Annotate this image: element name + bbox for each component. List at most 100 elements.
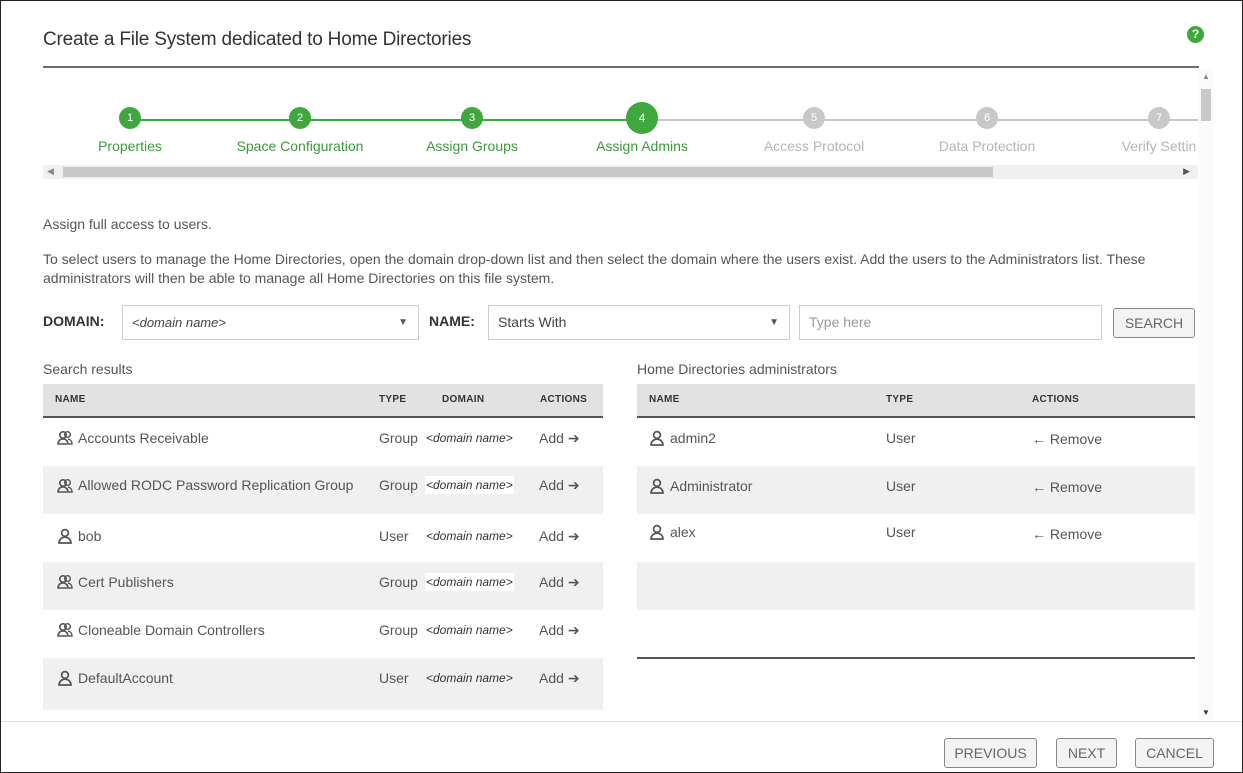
domain-select-value: <domain name>: [132, 315, 226, 330]
scroll-left-arrow-icon[interactable]: ◀: [47, 166, 54, 177]
step-label: Properties: [98, 138, 162, 154]
arrow-right-icon: ➔: [567, 477, 580, 493]
add-label: Add: [539, 622, 564, 638]
row-name-text: alex: [670, 524, 696, 540]
domain-label: DOMAIN:: [43, 313, 105, 329]
step-label: Assign Groups: [426, 138, 518, 154]
row-type: Group: [379, 477, 418, 493]
arrow-left-icon: ←: [1032, 431, 1046, 447]
step-space-configuration[interactable]: 2 Space Configuration: [220, 107, 380, 154]
table-row: Cert Publishers Group <domain name> Add …: [43, 562, 603, 610]
add-button[interactable]: Add ➔: [539, 528, 580, 545]
user-icon: [650, 524, 664, 540]
description-text: To select users to manage the Home Direc…: [43, 251, 1146, 286]
cancel-button[interactable]: CANCEL: [1135, 738, 1214, 768]
column-header-name[interactable]: NAME: [649, 394, 680, 405]
admins-table: NAME TYPE ACTIONS admin2 User ← Remove A…: [637, 384, 1195, 658]
arrow-right-icon: ➔: [567, 528, 580, 544]
search-button[interactable]: SEARCH: [1113, 308, 1195, 338]
row-domain-text: <domain name>: [425, 429, 514, 447]
user-icon: [650, 478, 664, 494]
row-domain: <domain name>: [425, 476, 514, 494]
step-assign-groups[interactable]: 3 Assign Groups: [392, 107, 552, 154]
row-type: User: [886, 430, 916, 446]
scroll-up-arrow-icon[interactable]: ▲: [1202, 72, 1210, 81]
scroll-right-arrow-icon[interactable]: ▶: [1183, 166, 1190, 177]
step-data-protection[interactable]: 6 Data Protection: [907, 107, 1067, 154]
wizard-dialog: Create a File System dedicated to Home D…: [0, 0, 1243, 773]
steps-horizontal-scrollbar[interactable]: ◀ ▶: [43, 165, 1198, 179]
row-name-text: admin2: [670, 430, 716, 446]
step-label: Verify Settin: [1121, 138, 1197, 154]
scrollbar-thumb[interactable]: [1201, 89, 1211, 121]
table-row: Accounts Receivable Group <domain name> …: [43, 418, 603, 466]
row-name: Administrator: [649, 478, 752, 494]
add-button[interactable]: Add ➔: [539, 430, 580, 447]
table-row: Allowed RODC Password Replication Group …: [43, 466, 603, 514]
row-name-text: Cert Publishers: [78, 574, 174, 590]
search-results-title: Search results: [43, 361, 133, 377]
chevron-down-icon: ▼: [398, 317, 408, 328]
next-button[interactable]: NEXT: [1056, 738, 1117, 768]
add-label: Add: [539, 574, 564, 590]
row-name-text: bob: [78, 528, 102, 544]
step-number: 2: [289, 107, 311, 129]
name-match-value: Starts With: [498, 314, 567, 330]
row-domain-text: <domain name>: [425, 573, 514, 591]
row-domain: <domain name>: [425, 429, 514, 447]
step-number: 6: [976, 107, 998, 129]
help-icon[interactable]: ?: [1187, 26, 1204, 43]
column-header-type[interactable]: TYPE: [379, 394, 406, 405]
row-name-text: Cloneable Domain Controllers: [78, 622, 265, 638]
wizard-steps: 1 Properties 2 Space Configuration 3 Ass…: [43, 69, 1198, 163]
scroll-down-arrow-icon[interactable]: ▼: [1202, 708, 1210, 717]
intro-text: Assign full access to users.: [43, 216, 212, 232]
add-button[interactable]: Add ➔: [539, 622, 580, 639]
remove-button[interactable]: ← Remove: [1032, 479, 1102, 495]
add-button[interactable]: Add ➔: [539, 477, 580, 494]
remove-label: Remove: [1049, 431, 1103, 447]
user-icon: [58, 670, 72, 686]
remove-button[interactable]: ← Remove: [1032, 431, 1102, 447]
remove-label: Remove: [1049, 479, 1103, 495]
column-header-actions: ACTIONS: [1032, 394, 1080, 405]
step-verify-settings[interactable]: 7 Verify Settin: [1079, 107, 1198, 154]
scrollbar-thumb[interactable]: [63, 167, 993, 177]
row-domain: <domain name>: [425, 669, 514, 685]
row-domain-text: <domain name>: [425, 621, 514, 639]
content-vertical-scrollbar[interactable]: ▲ ▼: [1199, 69, 1213, 719]
admins-table-bottom-rule: [637, 657, 1195, 659]
table-row: alex User ← Remove: [637, 514, 1195, 562]
row-type: User: [379, 528, 409, 544]
step-assign-admins[interactable]: 4 Assign Admins: [562, 102, 722, 154]
user-icon: [58, 528, 72, 544]
domain-select[interactable]: <domain name> ▼: [122, 305, 419, 340]
name-label: NAME:: [429, 313, 475, 329]
search-input[interactable]: Type here: [799, 305, 1102, 340]
table-header: NAME TYPE ACTIONS: [637, 384, 1195, 418]
row-name: bob: [57, 528, 357, 544]
step-number: 5: [803, 107, 825, 129]
step-access-protocol[interactable]: 5 Access Protocol: [734, 107, 894, 154]
arrow-right-icon: ➔: [567, 670, 580, 686]
group-icon: [57, 622, 73, 637]
remove-button[interactable]: ← Remove: [1032, 526, 1102, 542]
add-button[interactable]: Add ➔: [539, 574, 580, 591]
add-button[interactable]: Add ➔: [539, 670, 580, 687]
row-domain-text: <domain name>: [426, 671, 513, 685]
previous-button[interactable]: PREVIOUS: [944, 738, 1037, 768]
column-header-name[interactable]: NAME: [55, 394, 86, 405]
column-header-actions: ACTIONS: [540, 394, 588, 405]
name-match-select[interactable]: Starts With ▼: [488, 305, 790, 340]
empty-row: [637, 610, 1195, 658]
add-label: Add: [539, 430, 564, 446]
row-type: Group: [379, 622, 418, 638]
column-header-type[interactable]: TYPE: [886, 394, 913, 405]
step-label: Space Configuration: [236, 138, 364, 154]
row-domain-text: <domain name>: [425, 476, 514, 494]
column-header-domain[interactable]: DOMAIN: [442, 394, 484, 405]
dialog-footer: PREVIOUS NEXT CANCEL: [1, 721, 1242, 772]
row-domain: <domain name>: [425, 527, 514, 545]
step-properties[interactable]: 1 Properties: [50, 107, 210, 154]
row-name: admin2: [649, 430, 716, 446]
